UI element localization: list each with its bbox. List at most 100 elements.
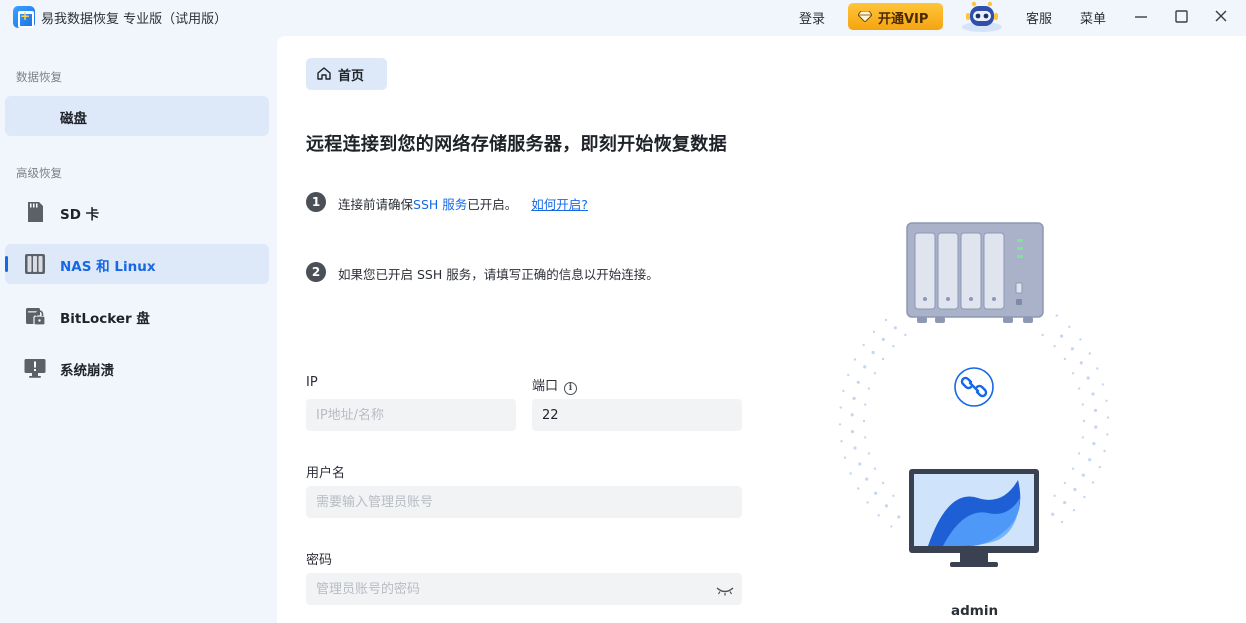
- maximize-icon[interactable]: [1169, 6, 1193, 28]
- ring-dot: [1106, 433, 1109, 436]
- ring-dot: [862, 419, 866, 423]
- menu-button[interactable]: 菜单: [1080, 8, 1106, 27]
- port-label-row: 端口 i: [532, 375, 578, 395]
- how-to-enable-link[interactable]: 如何开启?: [531, 197, 588, 212]
- step-2-badge: 2: [306, 262, 326, 282]
- ring-dot: [1086, 376, 1090, 380]
- sidebar-item-label: BitLocker 盘: [60, 311, 150, 327]
- step-1-suffix: 已开启。: [467, 197, 518, 212]
- ip-input[interactable]: [306, 399, 516, 431]
- ring-dot: [1106, 416, 1110, 419]
- username-input[interactable]: [306, 486, 742, 518]
- step-1-badge: 1: [306, 192, 326, 212]
- computer-monitor-icon: [909, 469, 1039, 567]
- step-2-text: 如果您已开启 SSH 服务，请填写正确的信息以开始连接。: [338, 267, 659, 282]
- ring-dot: [1103, 449, 1106, 453]
- ring-dot: [890, 525, 893, 528]
- ssh-service-highlight: SSH 服务: [413, 197, 468, 212]
- ring-dot: [1071, 467, 1075, 470]
- ring-dot: [1068, 325, 1071, 328]
- ring-dot: [864, 403, 867, 406]
- ring-dot: [1071, 372, 1075, 375]
- vip-label: 开通VIP: [878, 12, 929, 27]
- sidebar-item-nas-linux[interactable]: NAS 和 Linux: [5, 244, 269, 284]
- close-icon[interactable]: [1209, 6, 1233, 28]
- port-label: 端口: [532, 379, 559, 394]
- app-title: 易我数据恢复 专业版（试用版）: [41, 12, 228, 27]
- sidebar-item-label: SD 卡: [60, 207, 100, 223]
- ring-dot: [881, 481, 885, 485]
- main-panel: 首页 远程连接到您的网络存储服务器，即刻开始恢复数据 1 连接前请确保SSH 服…: [277, 36, 1246, 623]
- ring-dot: [1063, 481, 1067, 485]
- minimize-icon[interactable]: [1129, 6, 1153, 28]
- ring-dot: [865, 477, 869, 481]
- selected-marker: [5, 256, 8, 272]
- support-button[interactable]: 客服: [1026, 8, 1052, 27]
- ring-dot: [1063, 501, 1067, 505]
- ring-dot: [1072, 509, 1076, 512]
- ring-dot: [872, 330, 876, 333]
- ring-dot: [877, 514, 880, 517]
- ring-dot: [1094, 425, 1098, 429]
- ring-dot: [884, 318, 888, 322]
- device-label: admin: [951, 603, 999, 619]
- ring-dot: [1060, 520, 1064, 524]
- ring-dot: [1053, 345, 1056, 348]
- home-icon: [317, 67, 331, 80]
- sidebar-item-bitlocker[interactable]: BitLocker 盘: [5, 296, 269, 336]
- nas-device-icon: [906, 222, 1044, 323]
- link-icon: [954, 367, 994, 407]
- home-tab-label: 首页: [338, 69, 365, 84]
- port-input[interactable]: [532, 399, 742, 431]
- ring-dot: [843, 456, 847, 459]
- bitlocker-icon: [26, 308, 46, 326]
- sd-card-icon: [28, 202, 43, 222]
- sidebar-item-disk[interactable]: 磁盘: [5, 96, 269, 136]
- ring-dot: [1051, 512, 1055, 516]
- info-icon[interactable]: i: [564, 382, 578, 395]
- vip-button[interactable]: 开通VIP: [848, 3, 943, 30]
- password-input[interactable]: [306, 573, 742, 605]
- ring-dot: [864, 436, 867, 439]
- ring-dot: [867, 452, 871, 455]
- ring-dot: [852, 396, 856, 400]
- ring-dot: [873, 372, 877, 375]
- ring-dot: [867, 387, 871, 390]
- ring-dot: [1081, 436, 1084, 439]
- ring-dot: [1098, 465, 1101, 469]
- hide-password-icon[interactable]: [716, 586, 734, 596]
- login-button[interactable]: 登录: [799, 8, 825, 27]
- ring-dot: [866, 501, 869, 504]
- sidebar-item-system-crash[interactable]: 系统崩溃: [5, 348, 269, 388]
- ring-dot: [849, 472, 852, 475]
- ring-dot: [862, 343, 865, 347]
- robot-assistant-icon[interactable]: [958, 0, 1006, 32]
- page-title: 远程连接到您的网络存储服务器，即刻开始恢复数据: [306, 134, 727, 155]
- step-1-prefix: 连接前请确保: [338, 197, 414, 212]
- sidebar-section-data-recovery: 数据恢复: [16, 70, 62, 84]
- ring-dot: [853, 358, 857, 361]
- ring-dot: [847, 373, 850, 377]
- password-label: 密码: [306, 553, 333, 568]
- ring-dot: [1070, 347, 1074, 351]
- ring-dot: [1079, 338, 1082, 341]
- app-logo-icon: [13, 6, 35, 28]
- ring-dot: [857, 487, 860, 490]
- ring-dot: [873, 467, 877, 470]
- ring-dot: [1101, 383, 1105, 386]
- ring-dot: [1088, 352, 1091, 355]
- sidebar-item-sd-card[interactable]: SD 卡: [5, 192, 269, 232]
- ring-dot: [839, 406, 842, 409]
- ring-dot: [1091, 392, 1095, 396]
- ring-dot: [1073, 487, 1077, 492]
- sidebar: 数据恢复 磁盘 高级恢复 SD 卡 NAS 和 Linux BitLocker …: [0, 36, 277, 623]
- ring-dot: [1088, 458, 1092, 462]
- step-1-text: 连接前请确保SSH 服务已开启。 如何开启?: [338, 194, 588, 213]
- ring-dot: [1105, 399, 1108, 402]
- ring-dot: [853, 446, 857, 450]
- ring-dot: [1082, 419, 1086, 423]
- ring-dot: [1077, 452, 1081, 455]
- sidebar-item-label: 系统崩溃: [60, 363, 114, 379]
- home-tab[interactable]: 首页: [306, 58, 387, 90]
- ring-dot: [1053, 494, 1056, 497]
